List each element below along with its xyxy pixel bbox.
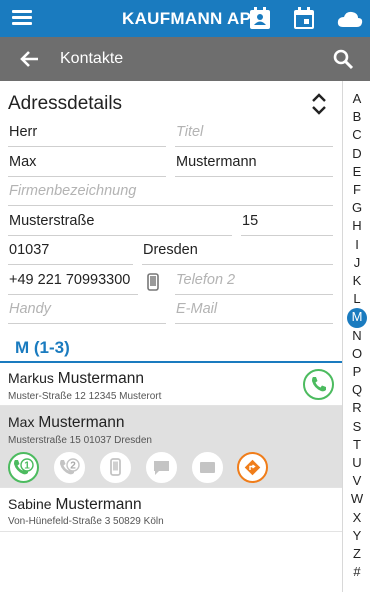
menu-icon[interactable] [12,10,32,26]
contact-address: Muster-Straße 12 12345 Musterort [8,391,162,402]
call-phone2-button[interactable]: 2 [54,452,85,483]
directions-icon [244,459,261,476]
contact-last-name: Mustermann [57,370,144,387]
zip-field[interactable]: 01037 [8,240,133,265]
mobile-phone-icon [110,458,121,476]
phone2-badge: 2 [70,461,76,472]
alphabet-letter-d[interactable]: D [343,146,370,161]
navigation-toolbar: Kontakte [0,37,370,81]
address-details-title: Adressdetails [8,93,123,114]
expand-collapse-icon[interactable] [310,91,328,117]
contact-name: Sabine Mustermann [8,496,142,514]
cloud-icon[interactable] [336,6,364,32]
message-button[interactable] [146,452,177,483]
contact-last-name: Mustermann [38,414,125,431]
alphabet-letter-n[interactable]: N [343,328,370,343]
first-name-field[interactable]: Max [8,152,166,177]
contact-first-name: Markus [8,370,54,386]
phone-icon: 2 [60,458,80,475]
contact-row[interactable]: Markus Mustermann Muster-Straße 12 12345… [0,364,342,406]
salutation-field[interactable]: Herr [8,122,166,147]
alphabet-letter-f[interactable]: F [343,182,370,197]
contact-row[interactable]: Sabine Mustermann Von-Hünefeld-Straße 3 … [0,488,342,532]
alphabet-letter-i[interactable]: I [343,237,370,252]
alphabet-letter-o[interactable]: O [343,346,370,361]
street-field[interactable]: Musterstraße [8,211,232,236]
contact-address: Musterstraße 15 01037 Dresden [8,435,152,446]
group-header: M (1-3) [0,336,342,363]
navigate-button[interactable] [237,452,268,483]
contact-first-name: Sabine [8,496,52,512]
alphabet-letter-u[interactable]: U [343,455,370,470]
contact-name: Markus Mustermann [8,370,144,388]
alphabet-letter-a[interactable]: A [343,91,370,106]
back-arrow-icon[interactable] [18,47,42,71]
company-field[interactable]: Firmenbezeichnung [8,181,333,206]
alphabet-letter-p[interactable]: P [343,364,370,379]
app-title: KAUFMANN AP [122,9,252,28]
contact-address: Von-Hünefeld-Straße 3 50829 Köln [8,516,164,527]
alphabet-letter-v[interactable]: V [343,473,370,488]
alphabet-letter-w[interactable]: W [343,491,370,506]
contact-name: Max Mustermann [8,414,125,432]
phone-icon: 1 [14,458,34,475]
alphabet-letter-e[interactable]: E [343,164,370,179]
alphabet-letter-t[interactable]: T [343,437,370,452]
alphabet-letter-m[interactable]: M [343,309,370,324]
contact-first-name: Max [8,414,35,430]
email-button[interactable] [192,452,223,483]
group-label: M (1-3) [15,338,70,357]
title-field[interactable]: Titel [175,122,333,147]
phone-icon [312,377,326,392]
contact-content: Adressdetails Herr Titel Max Mustermann … [0,81,342,592]
calendar-icon[interactable] [291,6,317,32]
app-header: KAUFMANN AP [0,0,370,37]
alphabet-letter-r[interactable]: R [343,400,370,415]
contact-last-name: Mustermann [55,496,142,513]
alphabet-letter-g[interactable]: G [343,200,370,215]
phone2-field[interactable]: Telefon 2 [175,270,333,295]
alphabet-letter-j[interactable]: J [343,255,370,270]
mobile-field[interactable]: Handy [8,299,166,324]
alphabet-index: A B C D E F G H I J K L M N O P Q R S T U V W X Y Z # [342,81,370,592]
last-name-field[interactable]: Mustermann [175,152,333,177]
alphabet-letter-b[interactable]: B [343,109,370,124]
alphabet-letter-hash[interactable]: # [343,564,370,579]
search-icon[interactable] [332,48,354,70]
phone1-field[interactable]: +49 221 70993300 [8,270,138,295]
alphabet-letter-y[interactable]: Y [343,528,370,543]
mail-icon [200,462,215,473]
contact-card-icon[interactable] [247,6,273,32]
alphabet-letter-k[interactable]: K [343,273,370,288]
alphabet-letter-l[interactable]: L [343,291,370,306]
phone-type-icon[interactable] [145,272,161,292]
call-phone1-button[interactable]: 1 [8,452,39,483]
call-button[interactable] [303,369,334,400]
call-mobile-button[interactable] [100,452,131,483]
chat-bubble-icon [154,461,169,475]
page-title: Kontakte [60,50,124,67]
city-field[interactable]: Dresden [142,240,333,265]
house-number-field[interactable]: 15 [241,211,333,236]
alphabet-letter-c[interactable]: C [343,127,370,142]
alphabet-letter-x[interactable]: X [343,510,370,525]
email-field[interactable]: E-Mail [175,299,333,324]
contact-row-selected[interactable]: Max Mustermann Musterstraße 15 01037 Dre… [0,406,342,488]
phone1-badge: 1 [24,461,30,472]
alphabet-letter-h[interactable]: H [343,218,370,233]
alphabet-letter-s[interactable]: S [343,419,370,434]
alphabet-letter-q[interactable]: Q [343,382,370,397]
alphabet-letter-z[interactable]: Z [343,546,370,561]
